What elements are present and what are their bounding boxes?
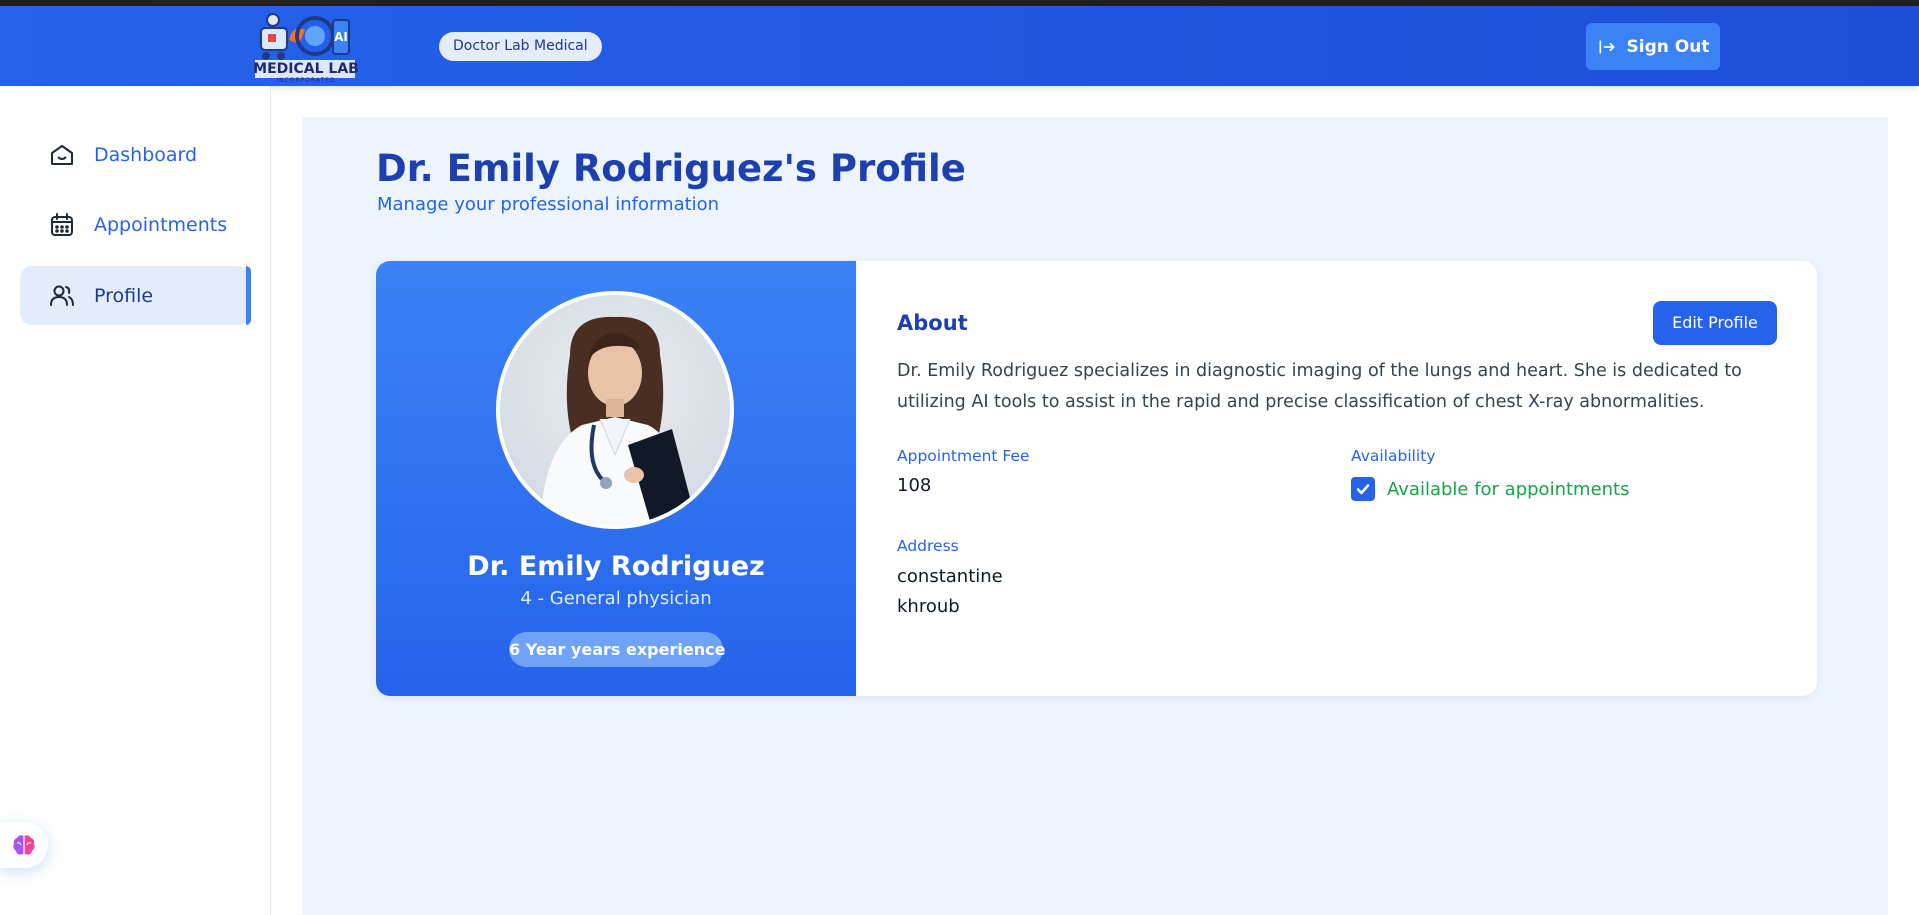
availability-label: Availability: [1351, 447, 1436, 465]
sidebar-item-dashboard[interactable]: Dashboard: [20, 125, 251, 184]
about-text: Dr. Emily Rodriguez specializes in diagn…: [897, 361, 1742, 412]
top-header: AI MEDICAL LAB INCORPORATED Doctor Lab M…: [0, 6, 1919, 86]
sidebar-item-label: Appointments: [94, 213, 228, 236]
address-label: Address: [897, 537, 959, 555]
checkmark-icon: [1356, 484, 1370, 495]
users-icon: [50, 285, 74, 306]
availability-status: Available for appointments: [1351, 477, 1629, 501]
sidebar-item-label: Profile: [94, 284, 154, 307]
edit-profile-button[interactable]: Edit Profile: [1653, 301, 1777, 345]
sidebar-item-appointments[interactable]: Appointments: [20, 195, 251, 254]
sign-out-button[interactable]: Sign Out: [1586, 23, 1720, 70]
availability-checkbox[interactable]: [1351, 477, 1375, 501]
sidebar: Dashboard Appointments Profile: [0, 86, 271, 915]
doctor-specialty: 4 - General physician: [520, 588, 712, 609]
experience-badge: 6 Year years experience: [509, 632, 725, 667]
page-title: Dr. Emily Rodriguez's Profile: [376, 147, 966, 190]
lab-name-badge: Doctor Lab Medical: [439, 32, 602, 61]
profile-card: Dr. Emily Rodriguez 4 - General physicia…: [376, 261, 1817, 696]
calendar-icon: [51, 212, 73, 236]
doctor-name: Dr. Emily Rodriguez: [467, 551, 765, 582]
sign-out-icon: [1599, 39, 1615, 54]
sidebar-item-label: Dashboard: [94, 143, 198, 166]
fee-value: 108: [897, 475, 932, 496]
medical-lab-logo[interactable]: AI MEDICAL LAB INCORPORATED: [253, 10, 359, 86]
brain-icon: [13, 835, 35, 855]
profile-summary-panel: Dr. Emily Rodriguez 4 - General physicia…: [376, 261, 856, 696]
home-icon: [51, 144, 73, 165]
svg-text:AI: AI: [334, 30, 348, 44]
page-subtitle: Manage your professional information: [377, 194, 720, 215]
ai-assistant-button[interactable]: [0, 822, 48, 868]
logo-text: MEDICAL LAB: [253, 61, 359, 77]
logo-subtext: INCORPORATED: [276, 77, 336, 84]
address-line-2: khroub: [897, 596, 960, 617]
sidebar-item-profile[interactable]: Profile: [20, 266, 251, 325]
availability-value: Available for appointments: [1387, 478, 1630, 500]
address-line-1: constantine: [897, 566, 1003, 587]
sign-out-label: Sign Out: [1626, 36, 1710, 57]
main-content: Dr. Emily Rodriguez's Profile Manage you…: [302, 117, 1888, 915]
avatar: [496, 291, 734, 529]
about-heading: About: [897, 311, 968, 335]
fee-label: Appointment Fee: [897, 447, 1030, 465]
